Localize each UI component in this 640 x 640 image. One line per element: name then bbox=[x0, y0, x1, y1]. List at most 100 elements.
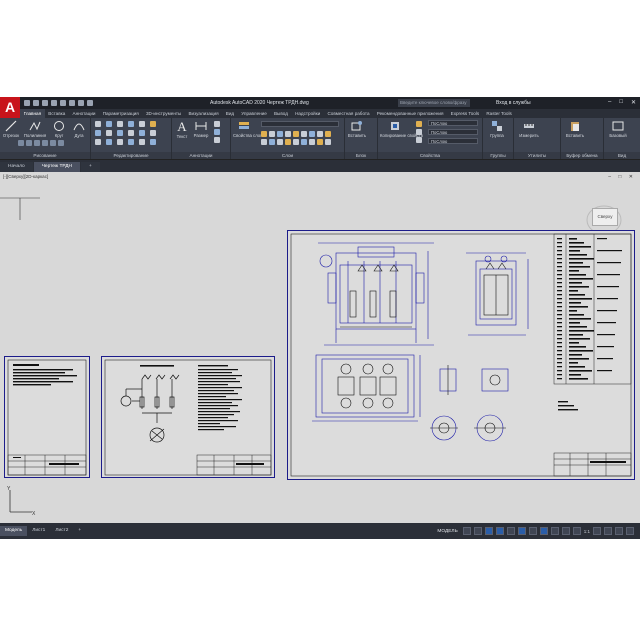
workspace-gear-icon[interactable] bbox=[593, 527, 601, 535]
modify-extra2-icon[interactable] bbox=[150, 130, 156, 136]
new-tab-button[interactable]: + bbox=[80, 162, 100, 172]
text-button[interactable]: A Текст bbox=[174, 120, 190, 139]
sheet-assembly[interactable] bbox=[287, 230, 635, 480]
ribbon-tab[interactable]: Вставка bbox=[45, 109, 69, 118]
explode-icon[interactable] bbox=[128, 130, 134, 136]
color-icon[interactable] bbox=[416, 121, 422, 127]
modify-extra-icon[interactable] bbox=[150, 121, 156, 127]
minimize-icon[interactable]: – bbox=[608, 99, 611, 106]
ribbon-tab[interactable]: Совместная работа bbox=[324, 109, 373, 118]
modify-extra3-icon[interactable] bbox=[128, 139, 134, 145]
array-icon[interactable] bbox=[117, 139, 123, 145]
ribbon-tab[interactable]: Raster Tools bbox=[483, 109, 516, 118]
layout-tab[interactable]: Лист2 bbox=[50, 526, 73, 536]
layout-tab[interactable]: Лист1 bbox=[27, 526, 50, 536]
panel-title-draw[interactable]: Рисование bbox=[0, 152, 90, 159]
viewport-controls[interactable]: [-][Сверху][2D-каркас] bbox=[3, 174, 48, 179]
group-button[interactable]: Группа bbox=[485, 120, 509, 138]
panel-title-layers[interactable]: Слои bbox=[231, 152, 344, 159]
scale-icon[interactable] bbox=[106, 139, 112, 145]
fillet-icon[interactable] bbox=[117, 130, 123, 136]
transparency-icon[interactable] bbox=[550, 527, 559, 535]
ribbon-tab[interactable]: 3D-инструменты bbox=[142, 109, 185, 118]
sign-in-button[interactable]: Вход в службы bbox=[496, 100, 531, 106]
base-view-button[interactable]: Базовый bbox=[606, 120, 630, 138]
rotate-icon[interactable] bbox=[106, 121, 112, 127]
modify-extra4-icon[interactable] bbox=[139, 139, 145, 145]
lineweight-dropdown[interactable]: ПоСлою bbox=[428, 138, 478, 144]
extend-icon[interactable] bbox=[128, 121, 134, 127]
ribbon-tab[interactable]: Вывод bbox=[270, 109, 291, 118]
panel-title-utilities[interactable]: Утилиты bbox=[514, 152, 560, 159]
viewport-window-controls[interactable]: – □ ✕ bbox=[608, 174, 636, 180]
circle-button[interactable]: Круг bbox=[50, 120, 68, 138]
ribbon-tab[interactable]: Визуализация bbox=[185, 109, 222, 118]
move-icon[interactable] bbox=[95, 121, 101, 127]
isodraft-icon[interactable] bbox=[506, 527, 515, 535]
sheet-text[interactable] bbox=[4, 356, 90, 478]
selection-cycling-icon[interactable] bbox=[561, 527, 570, 535]
mirror-icon[interactable] bbox=[106, 130, 112, 136]
line-button[interactable]: Отрезок bbox=[2, 120, 20, 138]
file-tab[interactable]: Начало bbox=[0, 162, 33, 172]
measure-button[interactable]: Измерить bbox=[516, 120, 542, 138]
close-icon[interactable]: ✕ bbox=[631, 99, 636, 106]
isolate-objects-icon[interactable] bbox=[604, 527, 612, 535]
open-icon[interactable] bbox=[33, 100, 39, 106]
offset-icon[interactable] bbox=[139, 130, 145, 136]
sheet-schematic[interactable] bbox=[101, 356, 275, 478]
table-icon[interactable] bbox=[214, 129, 220, 135]
polar-icon[interactable] bbox=[495, 527, 504, 535]
trim-icon[interactable] bbox=[117, 121, 123, 127]
print-icon[interactable] bbox=[69, 100, 75, 106]
model-space-toggle[interactable]: МОДЕЛЬ bbox=[437, 529, 457, 534]
arc-button[interactable]: Дуга bbox=[70, 120, 88, 138]
ribbon-tab[interactable]: Express Tools bbox=[447, 109, 483, 118]
new-icon[interactable] bbox=[24, 100, 30, 106]
web-icon[interactable] bbox=[60, 100, 66, 106]
ribbon-tab[interactable]: Параметризация bbox=[99, 109, 142, 118]
snap-icon[interactable] bbox=[473, 527, 482, 535]
color-dropdown[interactable]: ПоСлою bbox=[428, 120, 478, 126]
panel-title-view[interactable]: Вид bbox=[604, 152, 640, 159]
ribbon-tab[interactable]: Надстройки bbox=[291, 109, 323, 118]
leader-icon[interactable] bbox=[214, 121, 220, 127]
save-icon[interactable] bbox=[42, 100, 48, 106]
new-layout-button[interactable]: + bbox=[73, 526, 86, 536]
panel-title-groups[interactable]: Группы bbox=[483, 152, 513, 159]
search-input[interactable]: Введите ключевое слово/фразу bbox=[398, 99, 470, 107]
annotation-visibility-icon[interactable] bbox=[572, 527, 581, 535]
ribbon-tab[interactable]: Главная bbox=[20, 109, 45, 118]
viewcube-face[interactable]: Сверху bbox=[592, 208, 618, 226]
insert-block-button[interactable]: Вставить bbox=[347, 120, 367, 138]
drawing-canvas[interactable]: [-][Сверху][2D-каркас] – □ ✕ Сверху Y X bbox=[0, 172, 640, 523]
layer-properties-button[interactable]: Свойства слоя bbox=[233, 120, 262, 138]
layout-tab[interactable]: Модель bbox=[0, 526, 28, 536]
ribbon-tab[interactable]: Рекомендованные приложения bbox=[373, 109, 447, 118]
linetype-icon[interactable] bbox=[416, 129, 422, 135]
markup-icon[interactable] bbox=[214, 137, 220, 143]
copy-icon[interactable] bbox=[95, 130, 101, 136]
lineweight-display-icon[interactable] bbox=[539, 527, 548, 535]
ortho-icon[interactable] bbox=[484, 527, 493, 535]
object-snap-icon[interactable] bbox=[517, 527, 526, 535]
ribbon-tab[interactable]: Управление bbox=[238, 109, 271, 118]
ribbon-tab[interactable]: Вид bbox=[222, 109, 238, 118]
file-tab[interactable]: Чертеж ТРДН bbox=[33, 162, 80, 172]
panel-title-properties[interactable]: Свойства bbox=[378, 152, 482, 159]
polyline-button[interactable]: Полилиния bbox=[23, 120, 47, 138]
panel-title-block[interactable]: Блок bbox=[345, 152, 377, 159]
modify-extra5-icon[interactable] bbox=[150, 139, 156, 145]
customize-icon[interactable] bbox=[626, 527, 634, 535]
grid-icon[interactable] bbox=[462, 527, 471, 535]
save-as-icon[interactable] bbox=[51, 100, 57, 106]
annotation-scale[interactable]: 1:1 bbox=[584, 529, 590, 534]
erase-icon[interactable] bbox=[139, 121, 145, 127]
fullscreen-icon[interactable] bbox=[615, 527, 623, 535]
undo-icon[interactable] bbox=[78, 100, 84, 106]
lineweight-icon[interactable] bbox=[416, 137, 422, 143]
panel-title-modify[interactable]: Редактирование bbox=[91, 152, 171, 159]
stretch-icon[interactable] bbox=[95, 139, 101, 145]
panel-title-annotation[interactable]: Аннотации bbox=[172, 152, 230, 159]
maximize-icon[interactable]: □ bbox=[619, 99, 623, 106]
